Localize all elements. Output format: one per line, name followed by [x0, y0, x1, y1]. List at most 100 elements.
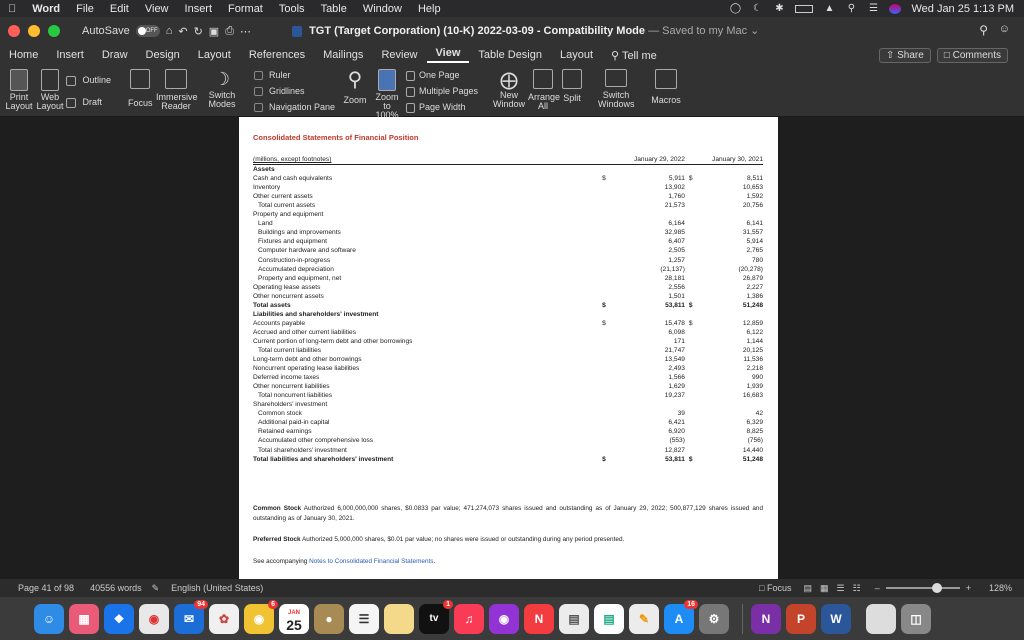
table-row[interactable]: Accounts payable $15,478 $12,859	[253, 319, 763, 328]
search-icon[interactable]: ⚲	[845, 3, 857, 14]
tab-insert[interactable]: Insert	[47, 49, 93, 61]
switch-windows-button[interactable]: Switch Windows	[598, 69, 635, 109]
switch-modes-button[interactable]: ☽ Switch Modes	[204, 69, 240, 109]
tell-me[interactable]: ⚲ Tell me	[602, 49, 666, 62]
tab-draw[interactable]: Draw	[93, 49, 137, 61]
print-layout-status-icon[interactable]: ▤	[804, 583, 813, 594]
play-icon[interactable]: ◯	[729, 3, 741, 14]
siri-icon[interactable]	[889, 3, 902, 14]
draft-button[interactable]: Draft	[66, 97, 102, 108]
multiple-pages-button[interactable]: Multiple Pages	[406, 86, 478, 97]
trash-icon[interactable]: ◫	[901, 603, 931, 634]
app-icon[interactable]: ●	[314, 603, 344, 634]
podcasts-icon[interactable]: ◉	[489, 603, 519, 634]
table-row[interactable]: Property and equipment	[253, 210, 763, 219]
tab-table-design[interactable]: Table Design	[469, 49, 551, 61]
tab-mailings[interactable]: Mailings	[314, 49, 372, 61]
comments-button[interactable]: □ Comments	[936, 47, 1008, 63]
table-row[interactable]: Other noncurrent assets 1,501 1,386	[253, 292, 763, 301]
zoom-out-button[interactable]: –	[875, 583, 880, 593]
table-row[interactable]: Operating lease assets 2,556 2,227	[253, 283, 763, 292]
safari-icon[interactable]: ❖	[104, 603, 134, 634]
share-people-icon[interactable]: ☺	[999, 23, 1010, 35]
numbers-icon[interactable]: ▤	[594, 603, 624, 634]
table-row[interactable]: Total shareholders' investment 12,827 14,4…	[253, 446, 763, 455]
downloads-icon[interactable]	[866, 603, 896, 634]
powerpoint-icon[interactable]: P	[786, 603, 816, 634]
menu-word[interactable]: Word	[24, 3, 68, 15]
reminders-icon[interactable]: ☰	[349, 603, 379, 634]
table-row[interactable]: Total liabilities and shareholders' inve…	[253, 455, 763, 464]
table-row[interactable]: Long-term debt and other borrowings 13,54…	[253, 355, 763, 364]
menu-tools[interactable]: Tools	[271, 3, 313, 15]
print-icon[interactable]: ⎙	[225, 25, 234, 38]
tab-home[interactable]: Home	[0, 49, 47, 61]
table-row[interactable]: Total current liabilities 21,747 20,125	[253, 346, 763, 355]
financial-table[interactable]: (millions, except footnotes) January 29,…	[253, 155, 763, 464]
ruler-checkbox[interactable]: Ruler	[254, 70, 291, 81]
bluetooth-icon[interactable]: ✱	[773, 3, 785, 14]
mail-icon[interactable]: ✉ 94	[174, 599, 208, 634]
zoom-in-button[interactable]: +	[966, 583, 971, 593]
launchpad-icon[interactable]: ▦	[69, 603, 99, 634]
table-row[interactable]: Land 6,164 6,141	[253, 219, 763, 228]
focus-status-button[interactable]: □ Focus	[759, 583, 791, 593]
calendar-icon[interactable]: JAN 25	[279, 603, 309, 634]
focus-button[interactable]: Focus	[128, 69, 153, 108]
tab-layout[interactable]: Layout	[189, 49, 240, 61]
new-window-button[interactable]: ⨁ New Window	[492, 69, 526, 109]
table-row[interactable]: Buildings and improvements 32,985 31,557	[253, 228, 763, 237]
table-row[interactable]: Accrued and other current liabilities 6,0…	[253, 328, 763, 337]
document-page[interactable]: Consolidated Statements of Financial Pos…	[239, 117, 778, 579]
menu-table[interactable]: Table	[313, 3, 355, 15]
apple-icon[interactable]: 	[0, 3, 24, 15]
tab-design[interactable]: Design	[137, 49, 189, 61]
moon-icon[interactable]: ☾	[751, 3, 763, 14]
wifi-icon[interactable]: ▲	[823, 3, 835, 14]
table-row[interactable]: Other noncurrent liabilities 1,629 1,939	[253, 382, 763, 391]
gridlines-checkbox[interactable]: Gridlines	[254, 86, 305, 97]
redo-icon[interactable]: ↻	[194, 25, 203, 38]
zoom-100-button[interactable]: Zoom to 100%	[372, 69, 402, 120]
menu-format[interactable]: Format	[220, 3, 271, 15]
proofing-icon[interactable]: ✎	[152, 583, 160, 594]
menu-datetime[interactable]: Wed Jan 25 1:13 PM	[911, 3, 1014, 15]
table-row[interactable]: Total current assets 21,573 20,756	[253, 201, 763, 210]
minimize-window-button[interactable]	[28, 25, 40, 37]
table-row[interactable]: Construction-in-progress 1,257 780	[253, 256, 763, 265]
zoom-window-button[interactable]	[48, 25, 60, 37]
more-icon[interactable]: ⋯	[240, 25, 251, 38]
battery-icon[interactable]	[795, 4, 814, 13]
word-icon[interactable]: W	[821, 603, 851, 634]
table-row[interactable]: Liabilities and shareholders' investment	[253, 310, 763, 319]
immersive-reader-button[interactable]: Immersive Reader	[156, 69, 198, 111]
split-button[interactable]: Split	[560, 69, 584, 103]
table-row[interactable]: Computer hardware and software 2,505 2,765	[253, 246, 763, 255]
share-button[interactable]: ⇧ Share	[878, 47, 931, 63]
search-doc-icon[interactable]: ⚲	[979, 23, 988, 37]
finder-icon[interactable]: ☺	[34, 603, 64, 634]
page-count[interactable]: Page 41 of 98	[18, 583, 74, 593]
menu-edit[interactable]: Edit	[102, 3, 137, 15]
macros-button[interactable]: Macros	[648, 69, 684, 105]
zoom-slider-thumb[interactable]	[931, 583, 942, 593]
web-layout-button[interactable]: Web Layout	[36, 69, 64, 111]
table-row[interactable]: Retained earnings 6,920 8,825	[253, 427, 763, 436]
table-row[interactable]: Property and equipment, net 28,181 26,879	[253, 274, 763, 283]
table-row[interactable]: Inventory 13,902 10,653	[253, 183, 763, 192]
table-row[interactable]: Common stock 39 42	[253, 409, 763, 418]
outline-status-icon[interactable]: ☰	[837, 583, 845, 594]
zoom-slider[interactable]	[885, 583, 960, 593]
app-store-icon[interactable]: A 16	[664, 599, 698, 634]
save-icon[interactable]: ▣	[209, 25, 219, 38]
onenote-icon[interactable]: N	[751, 603, 781, 634]
contacts-icon[interactable]: ◉ 6	[244, 599, 278, 634]
menu-insert[interactable]: Insert	[177, 3, 221, 15]
notes-link[interactable]: Notes to Consolidated Financial Statemen…	[309, 558, 433, 565]
menu-file[interactable]: File	[68, 3, 102, 15]
appletv-icon[interactable]: tv 1	[419, 599, 453, 634]
web-layout-status-icon[interactable]: ▦	[820, 583, 829, 594]
control-center-icon[interactable]: ☰	[867, 3, 879, 14]
autosave-toggle[interactable]: OFF	[135, 25, 160, 37]
photos-icon[interactable]: ✿	[209, 603, 239, 634]
